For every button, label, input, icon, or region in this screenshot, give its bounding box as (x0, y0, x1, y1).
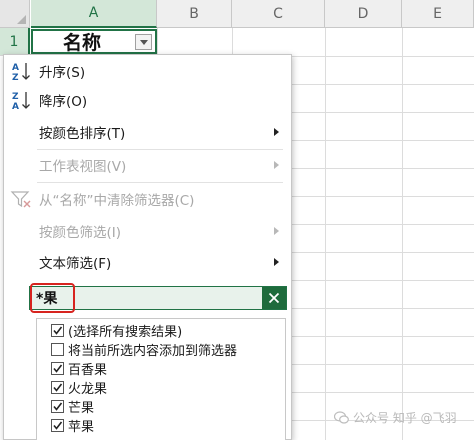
list-item[interactable]: 火龙果 (37, 378, 285, 397)
column-header-e[interactable]: E (402, 0, 474, 28)
menu-item-label: 按颜色排序(T) (39, 126, 126, 142)
checkbox[interactable] (51, 324, 64, 337)
grid-line (402, 28, 403, 440)
svg-text:A: A (12, 102, 19, 111)
menu-item-filter-by-color: 按颜色筛选(I) (4, 217, 291, 245)
checkmark-icon (53, 421, 63, 430)
list-item[interactable]: 将当前所选内容添加到筛选器 (37, 340, 285, 359)
checkbox[interactable] (51, 343, 64, 356)
checkmark-icon (53, 326, 63, 335)
list-item-label: 火龙果 (68, 382, 108, 397)
column-header-c[interactable]: C (232, 0, 325, 28)
filter-value-list: (选择所有搜索结果) 将当前所选内容添加到筛选器 百香果 火龙果 芒果 苹果 (36, 318, 286, 440)
wechat-icon (334, 411, 349, 424)
svg-text:Z: Z (12, 92, 19, 102)
checkbox[interactable] (51, 362, 64, 375)
list-item[interactable]: 百香果 (37, 359, 285, 378)
filter-dropdown-button[interactable] (135, 34, 152, 50)
list-item-label: (选择所有搜索结果) (68, 325, 183, 340)
list-item-label: 百香果 (68, 363, 108, 378)
menu-item-label: 工作表视图(V) (39, 159, 127, 175)
checkmark-icon (53, 402, 63, 411)
menu-separator (37, 149, 283, 150)
menu-item-sort-descending[interactable]: Z A 降序(O) (4, 86, 291, 114)
grid-line (325, 28, 326, 440)
checkbox[interactable] (51, 381, 64, 394)
svg-text:Z: Z (12, 73, 19, 82)
select-all-triangle-icon (17, 15, 26, 24)
clear-search-button[interactable] (262, 287, 286, 309)
clear-filter-icon (10, 191, 31, 208)
list-item[interactable]: 芒果 (37, 397, 285, 416)
select-all-corner[interactable] (0, 0, 30, 28)
checkbox[interactable] (51, 419, 64, 432)
column-header-a[interactable]: A (31, 0, 157, 28)
menu-item-clear-filter: 从“名称”中清除筛选器(C) (4, 185, 291, 213)
list-item-label: 芒果 (68, 401, 95, 416)
dropdown-arrow-icon (139, 39, 148, 45)
menu-item-sheet-view: 工作表视图(V) (4, 151, 291, 179)
search-input[interactable] (30, 287, 262, 309)
menu-item-label: 从“名称”中清除筛选器(C) (39, 193, 195, 209)
submenu-arrow-icon (274, 227, 279, 235)
menu-item-label: 升序(S) (39, 65, 86, 81)
column-header-b[interactable]: B (157, 0, 232, 28)
submenu-arrow-icon (274, 258, 279, 266)
menu-item-sort-ascending[interactable]: A Z 升序(S) (4, 57, 291, 85)
close-icon (268, 292, 280, 304)
watermark: 公众号 知乎 @飞羽 (334, 409, 457, 426)
sort-descending-icon: Z A (12, 92, 30, 111)
svg-text:A: A (12, 63, 19, 73)
watermark-text: 公众号 知乎 @飞羽 (353, 411, 457, 425)
menu-separator (37, 182, 283, 183)
filter-menu: A Z 升序(S) Z A 降序(O) 按颜色排序(T) 工作表视图(V) 从“… (3, 54, 292, 440)
menu-item-text-filter[interactable]: 文本筛选(F) (4, 248, 291, 276)
cell-a1[interactable]: 名称 (31, 29, 157, 54)
menu-item-label: 按颜色筛选(I) (39, 225, 122, 241)
row-header-1[interactable]: 1 (0, 28, 30, 56)
sort-ascending-icon: A Z (12, 63, 30, 82)
checkbox[interactable] (51, 400, 64, 413)
list-item[interactable]: (选择所有搜索结果) (37, 321, 285, 340)
list-item-label: 苹果 (68, 420, 95, 435)
checkmark-icon (53, 383, 63, 392)
menu-item-sort-by-color[interactable]: 按颜色排序(T) (4, 118, 291, 146)
list-item-label: 将当前所选内容添加到筛选器 (68, 344, 238, 359)
menu-item-label: 降序(O) (39, 94, 88, 110)
menu-item-label: 文本筛选(F) (39, 256, 112, 272)
cell-a1-text: 名称 (62, 32, 101, 54)
search-box[interactable] (29, 286, 287, 310)
column-header-d[interactable]: D (325, 0, 402, 28)
list-item[interactable]: 苹果 (37, 416, 285, 435)
checkmark-icon (53, 364, 63, 373)
submenu-arrow-icon (274, 161, 279, 169)
submenu-arrow-icon (274, 128, 279, 136)
